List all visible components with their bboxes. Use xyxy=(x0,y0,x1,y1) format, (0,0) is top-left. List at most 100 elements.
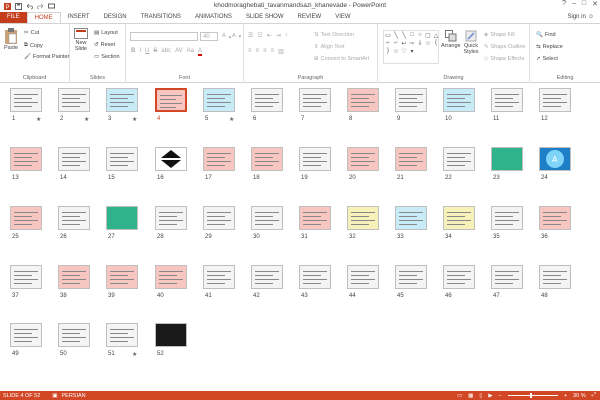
font-color-button[interactable]: A xyxy=(197,48,202,56)
slide-thumbnail[interactable] xyxy=(58,323,90,347)
align-center-icon[interactable]: ≡ xyxy=(256,48,260,55)
bold-button[interactable]: B xyxy=(131,48,135,56)
language-indicator[interactable]: PERSIAN xyxy=(62,393,86,399)
zoom-slider[interactable] xyxy=(507,393,558,398)
slide-thumbnail[interactable] xyxy=(155,88,187,112)
shape-outline-button[interactable]: ✎ Shape Outline xyxy=(484,44,525,50)
reset-button[interactable]: ↺ Reset xyxy=(94,42,115,48)
tab-review[interactable]: REVIEW xyxy=(291,12,329,23)
new-slide-button[interactable]: New Slide xyxy=(74,28,88,52)
reading-view-icon[interactable]: ▯ xyxy=(479,393,482,399)
tab-transitions[interactable]: TRANSITIONS xyxy=(134,12,188,23)
slide-thumbnail[interactable] xyxy=(299,88,331,112)
zoom-slider-knob[interactable] xyxy=(529,393,532,398)
connector-shape-icon[interactable]: ⌐ xyxy=(392,39,400,47)
triangle-shape-icon[interactable]: △ xyxy=(432,31,440,39)
slide-thumbnail[interactable] xyxy=(539,206,571,230)
select-button[interactable]: ➚ Select xyxy=(536,56,558,62)
char-spacing-button[interactable]: AV xyxy=(175,48,183,56)
increase-indent-icon[interactable]: ⇥ xyxy=(276,32,281,39)
slide-thumbnail[interactable] xyxy=(443,206,475,230)
copy-button[interactable]: ⧉ Copy xyxy=(24,42,43,49)
undo-icon[interactable] xyxy=(26,3,33,10)
slide-thumbnail[interactable] xyxy=(106,206,138,230)
cut-button[interactable]: ✂ Cut xyxy=(24,30,39,36)
align-right-icon[interactable]: ≡ xyxy=(263,48,267,55)
slide-thumbnail[interactable] xyxy=(155,323,187,347)
slide-thumbnail[interactable] xyxy=(443,88,475,112)
slide-thumbnail[interactable] xyxy=(491,265,523,289)
find-button[interactable]: 🔍 Find xyxy=(536,32,556,38)
quick-styles-button[interactable]: Quick Styles xyxy=(462,30,480,55)
slide-thumbnail[interactable] xyxy=(347,88,379,112)
strikethrough-button[interactable]: S xyxy=(153,48,157,56)
slide-sorter-icon[interactable]: ▦ xyxy=(468,393,473,399)
slide-thumbnail[interactable] xyxy=(395,265,427,289)
slide-thumbnail[interactable] xyxy=(203,206,235,230)
slide-thumbnail[interactable] xyxy=(443,147,475,171)
arrow-right-shape-icon[interactable]: ⇨ xyxy=(408,39,416,47)
arrange-button[interactable]: Arrange xyxy=(441,30,461,49)
section-button[interactable]: ▭ Section xyxy=(94,54,120,60)
slide-thumbnail[interactable] xyxy=(10,323,42,347)
slide-thumbnail[interactable] xyxy=(106,265,138,289)
slide-thumbnail[interactable] xyxy=(106,88,138,112)
brace-shape-icon-2[interactable]: } xyxy=(384,47,392,55)
slide-thumbnail[interactable] xyxy=(299,206,331,230)
replace-button[interactable]: ⇆ Replace xyxy=(536,44,563,50)
slide-thumbnail[interactable] xyxy=(395,88,427,112)
maximize-button[interactable]: □ xyxy=(582,0,586,8)
zoom-out-icon[interactable]: − xyxy=(499,393,502,399)
zoom-in-icon[interactable]: + xyxy=(564,393,567,399)
corner-shape-icon[interactable]: ⌐ xyxy=(384,39,392,47)
bullets-icon[interactable]: ☰ xyxy=(248,32,253,39)
slide-thumbnail[interactable] xyxy=(539,88,571,112)
slide-thumbnail[interactable] xyxy=(491,147,523,171)
slide-thumbnail[interactable] xyxy=(347,147,379,171)
slide-thumbnail[interactable] xyxy=(58,88,90,112)
rounded-rect-shape-icon[interactable]: ▢ xyxy=(424,31,432,39)
line-spacing-icon[interactable]: ↕ xyxy=(285,32,288,39)
slide-thumbnail[interactable] xyxy=(251,206,283,230)
slide-sorter-view[interactable]: 1 ★ 2 ★ 3 ★ 4 5 ★ 6 7 8 9 10 11 12 13 14 15 16 17 18 19 20 21 22 2… xyxy=(0,83,600,391)
shadow-button[interactable]: abc xyxy=(161,48,171,56)
tab-slide-show[interactable]: SLIDE SHOW xyxy=(239,12,291,23)
numbering-icon[interactable]: ☷ xyxy=(257,32,262,39)
shape-fill-button[interactable]: ◈ Shape Fill xyxy=(484,32,515,38)
slideshow-icon[interactable] xyxy=(48,3,55,10)
underline-button[interactable]: U xyxy=(145,48,149,56)
slide-thumbnail[interactable] xyxy=(251,147,283,171)
columns-icon[interactable]: ▥ xyxy=(278,48,284,55)
slide-thumbnail[interactable] xyxy=(10,206,42,230)
line-shape-icon-2[interactable]: ╲ xyxy=(400,31,408,39)
rectangle-shape-icon[interactable]: □ xyxy=(408,31,416,39)
more-shapes-icon[interactable]: ▾ xyxy=(408,47,416,55)
slide-thumbnail[interactable] xyxy=(203,265,235,289)
brace-shape-icon[interactable]: { xyxy=(432,39,440,47)
help-icon[interactable]: ? xyxy=(562,0,566,8)
save-icon[interactable] xyxy=(15,2,22,10)
star-shape-icon-2[interactable]: ☆ xyxy=(392,47,400,55)
paste-button[interactable]: Paste xyxy=(4,28,18,51)
layout-button[interactable]: ▤ Layout xyxy=(94,30,118,36)
shape-effects-button[interactable]: ◇ Shape Effects xyxy=(484,56,524,62)
slide-thumbnail[interactable] xyxy=(58,206,90,230)
line-shape-icon[interactable]: ╲ xyxy=(392,31,400,39)
italic-button[interactable]: I xyxy=(139,48,141,56)
format-painter-button[interactable]: 🖌 Format Painter xyxy=(24,54,69,60)
slide-thumbnail[interactable] xyxy=(491,88,523,112)
tab-file[interactable]: FILE xyxy=(0,12,27,23)
slide-thumbnail[interactable] xyxy=(251,265,283,289)
justify-icon[interactable]: ≡ xyxy=(271,48,275,55)
text-direction-button[interactable]: ⇅ Text Direction xyxy=(314,32,354,38)
decrease-indent-icon[interactable]: ⇤ xyxy=(267,32,272,39)
font-name-dropdown[interactable] xyxy=(130,32,198,41)
slide-thumbnail[interactable] xyxy=(347,265,379,289)
change-case-button[interactable]: Aa xyxy=(187,48,194,56)
slide-thumbnail[interactable] xyxy=(491,206,523,230)
slide-thumbnail[interactable] xyxy=(155,147,187,171)
grow-font-icon[interactable]: A ▲ xyxy=(222,33,232,39)
slide-thumbnail[interactable] xyxy=(203,147,235,171)
slide-thumbnail[interactable] xyxy=(299,265,331,289)
zoom-level[interactable]: 30 % xyxy=(573,393,586,399)
